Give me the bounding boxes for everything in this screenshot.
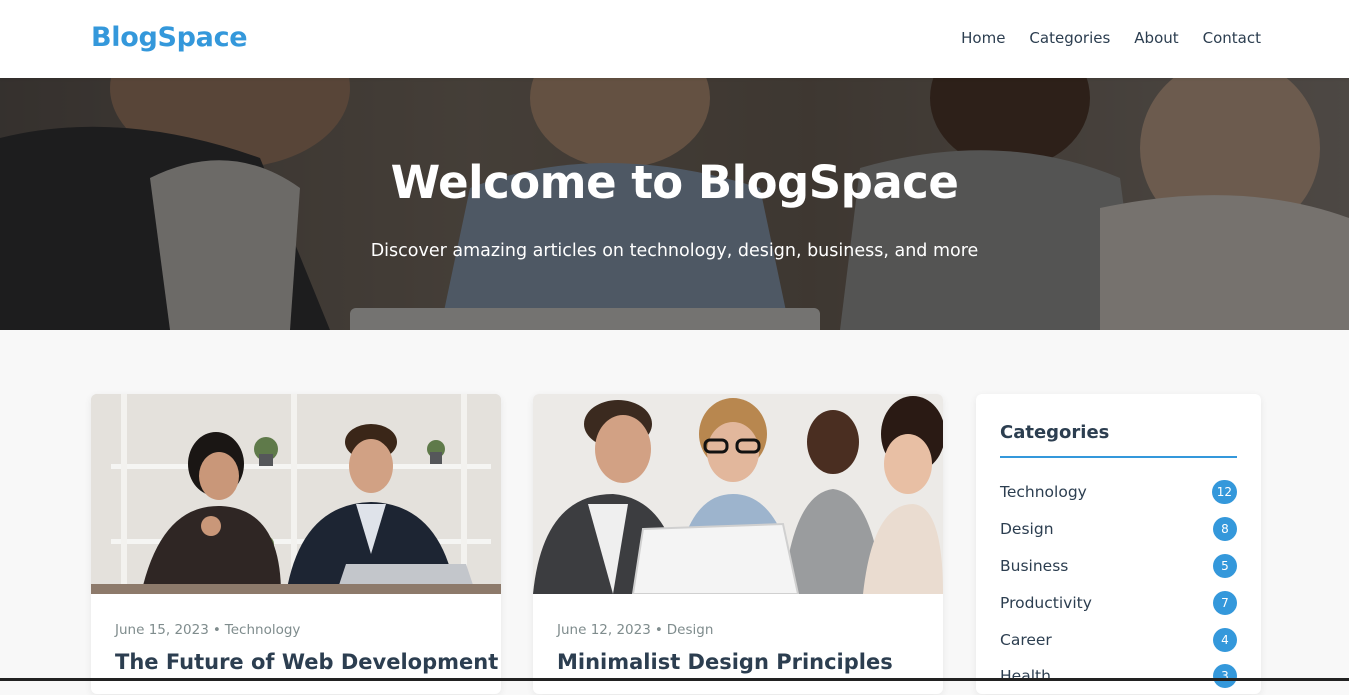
hero-subtitle: Discover amazing articles on technology,…: [370, 241, 979, 261]
site-header: BlogSpace Home Categories About Contact: [0, 0, 1349, 78]
team-laptop-photo-icon: [533, 394, 943, 594]
category-item-business[interactable]: Business 5: [1000, 548, 1237, 585]
post-image[interactable]: [91, 394, 501, 594]
categories-sidebar: Categories Technology 12 Design 8 Busine…: [976, 394, 1261, 694]
category-name: Career: [1000, 630, 1052, 649]
category-name: Productivity: [1000, 593, 1092, 612]
category-name: Technology: [1000, 483, 1087, 502]
sidebar-title: Categories: [1000, 422, 1110, 443]
post-date: June 15, 2023: [115, 622, 209, 638]
post-category[interactable]: Technology: [225, 622, 301, 638]
sidebar-divider: [1000, 456, 1237, 458]
post-card[interactable]: June 12, 2023 • Design Minimalist Design P…: [533, 394, 943, 694]
meta-separator: •: [654, 622, 663, 638]
category-count-badge: 4: [1213, 627, 1237, 652]
hero-title: Welcome to BlogSpace: [390, 156, 959, 209]
office-meeting-photo-icon: [91, 394, 501, 594]
nav-contact[interactable]: Contact: [1203, 29, 1261, 47]
category-list: Technology 12 Design 8 Business 5 Produc…: [1000, 474, 1237, 695]
post-meta: June 15, 2023 • Technology: [115, 622, 300, 638]
nav-about[interactable]: About: [1134, 29, 1178, 47]
category-count-badge: 3: [1213, 664, 1237, 689]
post-meta: June 12, 2023 • Design: [557, 622, 713, 638]
category-item-health[interactable]: Health 3: [1000, 658, 1237, 695]
category-item-productivity[interactable]: Productivity 7: [1000, 584, 1237, 621]
post-image[interactable]: [533, 394, 943, 594]
category-name: Health: [1000, 667, 1051, 686]
post-title[interactable]: Minimalist Design Principles: [557, 650, 893, 674]
meta-separator: •: [212, 622, 221, 638]
category-count-badge: 12: [1211, 480, 1237, 505]
post-title[interactable]: The Future of Web Development: [115, 650, 498, 674]
category-count-badge: 8: [1213, 517, 1237, 542]
category-item-career[interactable]: Career 4: [1000, 621, 1237, 658]
nav-categories[interactable]: Categories: [1029, 29, 1110, 47]
site-logo[interactable]: BlogSpace: [91, 22, 248, 53]
category-name: Design: [1000, 520, 1054, 539]
category-item-technology[interactable]: Technology 12: [1000, 474, 1237, 511]
hero-banner: Welcome to BlogSpace Discover amazing ar…: [0, 78, 1349, 330]
post-category[interactable]: Design: [667, 622, 714, 638]
post-date: June 12, 2023: [557, 622, 651, 638]
post-card[interactable]: June 15, 2023 • Technology The Future of W…: [91, 394, 501, 694]
category-name: Business: [1000, 556, 1069, 575]
category-count-badge: 7: [1213, 590, 1237, 615]
category-item-design[interactable]: Design 8: [1000, 511, 1237, 548]
nav-home[interactable]: Home: [961, 29, 1005, 47]
category-count-badge: 5: [1213, 553, 1237, 578]
main-nav: Home Categories About Contact: [961, 29, 1261, 47]
